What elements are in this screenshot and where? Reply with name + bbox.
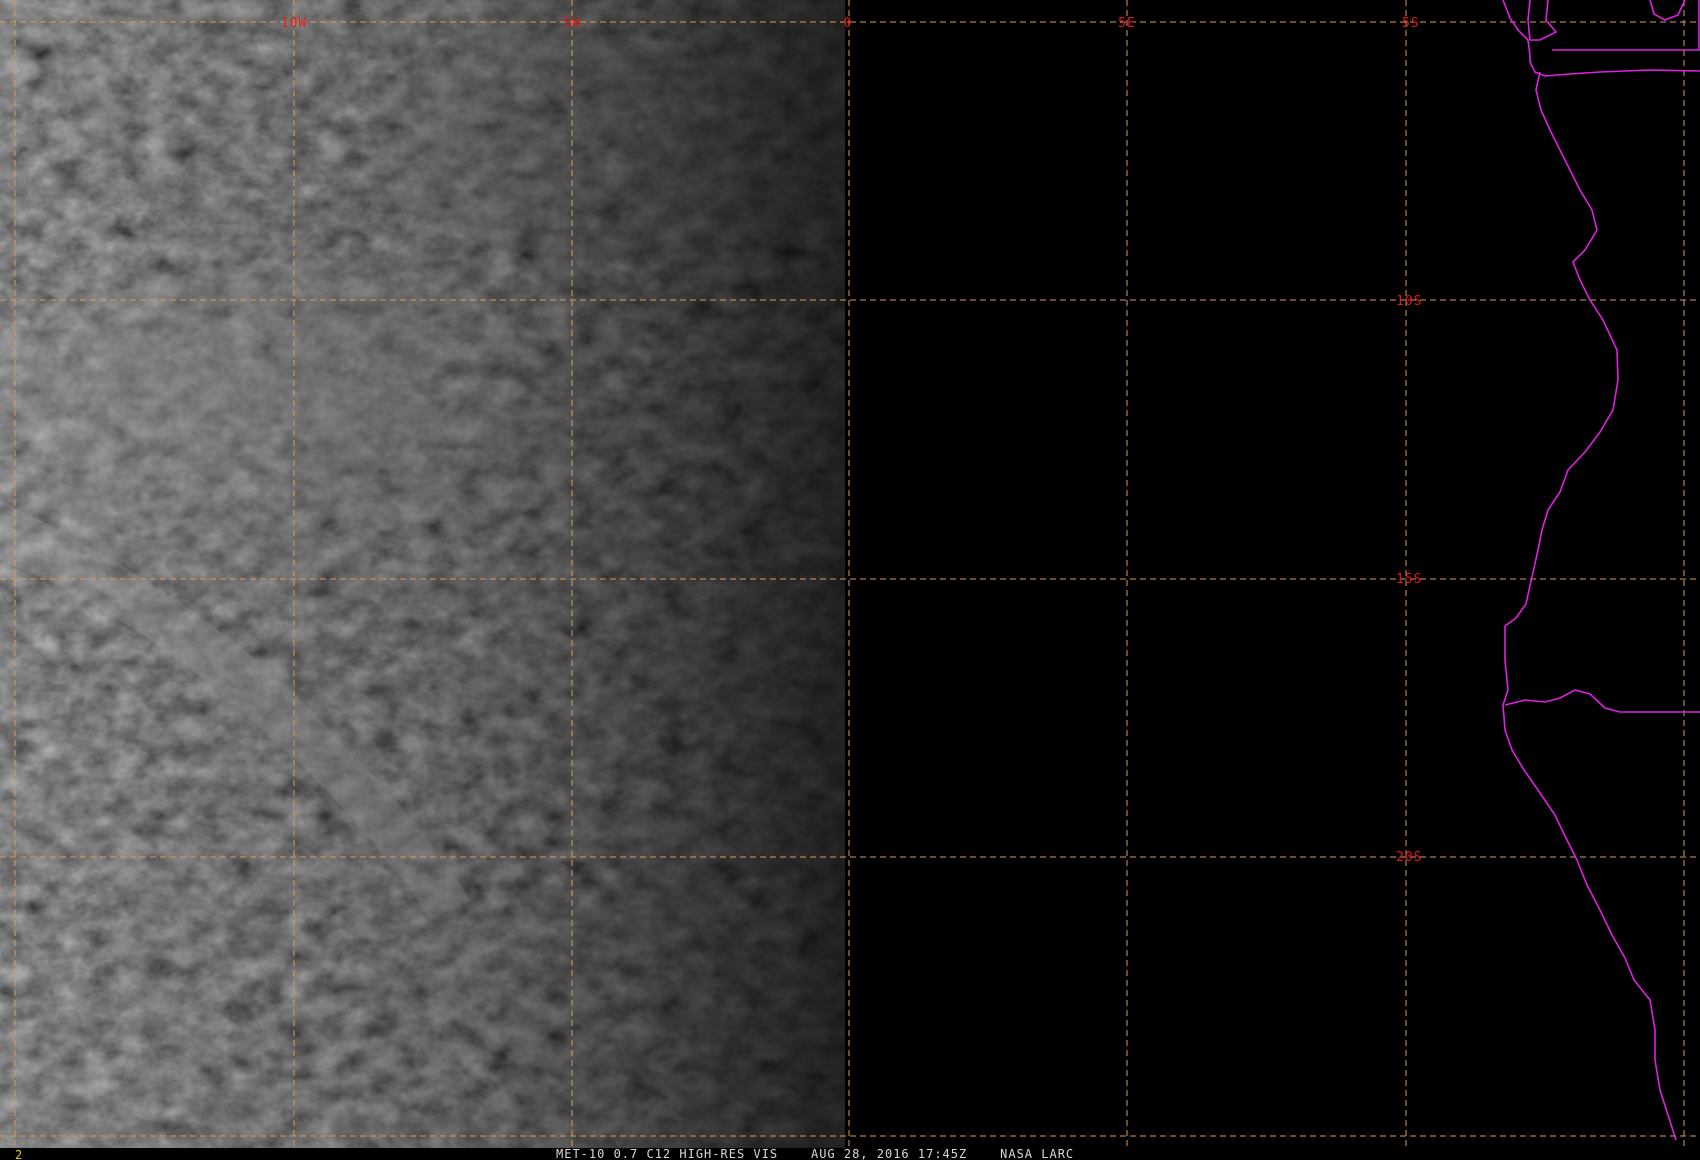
status-line: MET-10 0.7 C12 HIGH-RES VIS AUG 28, 2016… xyxy=(556,1147,1074,1160)
cloud-imagery xyxy=(0,0,845,1150)
frame-number: 2 xyxy=(15,1148,23,1160)
lon-label-5e: 5E xyxy=(1118,16,1136,31)
satellite-map: 10W 5W 0 5E 5S 10S 15S 20S 2 MET-10 0.7 … xyxy=(0,0,1700,1160)
lon-label-0: 0 xyxy=(844,16,853,31)
lat-label-20s: 20S xyxy=(1396,850,1422,865)
lon-label-5w: 5W xyxy=(563,16,581,31)
lat-label-15s: 15S xyxy=(1396,572,1422,587)
lon-label-10w: 10W xyxy=(281,16,307,31)
lat-label-5s: 5S xyxy=(1402,16,1420,31)
lat-label-10s: 10S xyxy=(1396,294,1422,309)
